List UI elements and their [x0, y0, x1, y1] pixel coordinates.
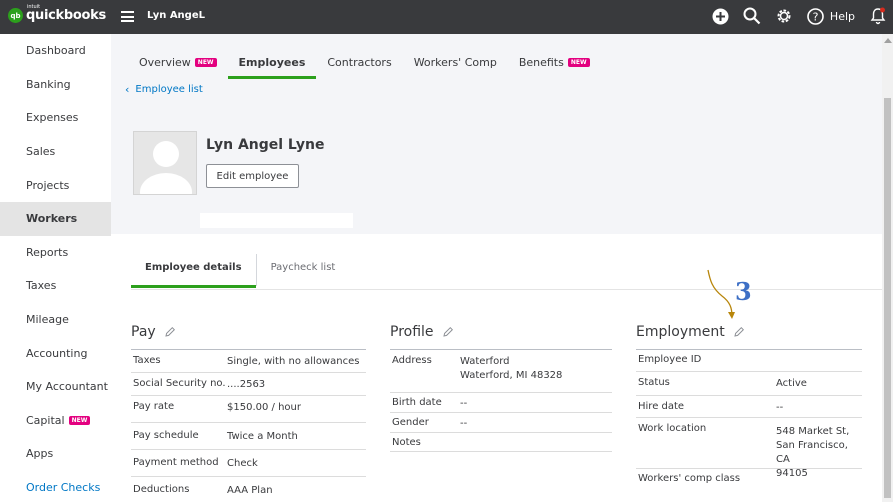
profile-row: Birth date -- — [390, 393, 612, 413]
search-icon[interactable] — [743, 7, 761, 25]
sidebar-item-workers[interactable]: Workers — [0, 201, 111, 236]
pay-row: Social Security no. ....2563 — [131, 373, 366, 396]
detail-subtabs: Employee details Paycheck list — [131, 254, 349, 288]
sidebar-item-order-checks[interactable]: Order Checks — [0, 471, 111, 502]
profile-title: Profile — [390, 324, 434, 340]
employment-row: Status Active — [636, 372, 862, 396]
tab-employees[interactable]: Employees — [227, 50, 317, 79]
scroll-up-arrow-icon[interactable] — [884, 38, 892, 43]
sidebar-item-capital[interactable]: Capital NEW — [0, 404, 111, 438]
sidebar-item-apps[interactable]: Apps — [0, 437, 111, 471]
bell-icon[interactable] — [869, 7, 887, 25]
sidebar-item-taxes[interactable]: Taxes — [0, 269, 111, 303]
annotation-number: 3 — [735, 277, 752, 306]
new-badge: NEW — [567, 58, 590, 67]
left-nav: Dashboard Banking Expenses Sales Project… — [0, 34, 111, 502]
sidebar-item-projects[interactable]: Projects — [0, 168, 111, 202]
employment-row: Employee ID — [636, 350, 862, 372]
quickbooks-wordmark: quickbooks — [26, 8, 106, 23]
sidebar-item-my-accountant[interactable]: My Accountant — [0, 370, 111, 404]
gear-icon[interactable] — [775, 7, 793, 25]
new-badge: NEW — [194, 58, 217, 67]
qb-logo-icon: qb — [8, 8, 23, 23]
plus-icon[interactable] — [712, 8, 729, 25]
pay-section: Pay Taxes Single, with no allowances Soci… — [131, 323, 366, 502]
help-button[interactable]: ? Help — [807, 7, 855, 25]
tab-benefits[interactable]: Benefits NEW — [508, 50, 601, 79]
sidebar-item-expenses[interactable]: Expenses — [0, 101, 111, 135]
employment-section: Employment Employee ID Status Active Hire… — [636, 323, 862, 489]
pay-row: Pay rate $150.00 / hour — [131, 396, 366, 423]
sidebar-item-sales[interactable]: Sales — [0, 135, 111, 169]
profile-row: Notes — [390, 433, 612, 452]
chevron-left-icon: ‹ — [125, 83, 130, 96]
quickbooks-logo[interactable]: qb intuit quickbooks — [8, 4, 106, 23]
avatar — [133, 131, 197, 195]
employee-list-link[interactable]: ‹ Employee list — [125, 83, 203, 96]
tab-contractors[interactable]: Contractors — [316, 50, 402, 79]
employment-row: Hire date -- — [636, 396, 862, 418]
pay-row: Payment method Check — [131, 450, 366, 477]
profile-row: Address Waterford Waterford, MI 48328 — [390, 350, 612, 393]
employment-title: Employment — [636, 324, 725, 340]
tab-overview[interactable]: Overview NEW — [128, 50, 228, 79]
pay-row: Pay schedule Twice a Month — [131, 423, 366, 450]
sidebar-item-dashboard[interactable]: Dashboard — [0, 34, 111, 68]
new-badge: NEW — [68, 415, 91, 425]
edit-employment-pencil-icon[interactable] — [733, 326, 745, 338]
help-icon: ? — [807, 7, 824, 25]
pay-row: Taxes Single, with no allowances — [131, 350, 366, 373]
blank-strip — [200, 213, 353, 228]
top-bar: qb intuit quickbooks Lyn AngeL ? Help — [0, 0, 893, 34]
profile-section: Profile Address Waterford Waterford, MI 4… — [390, 323, 612, 452]
employment-row: Workers' comp class — [638, 473, 741, 484]
menu-toggle-icon[interactable] — [121, 11, 134, 22]
sidebar-item-mileage[interactable]: Mileage — [0, 303, 111, 337]
sidebar-item-accounting[interactable]: Accounting — [0, 336, 111, 370]
details-panel: Employee details Paycheck list Pay Taxes… — [111, 234, 882, 502]
scroll-thumb[interactable] — [884, 98, 891, 498]
edit-employee-button[interactable]: Edit employee — [206, 164, 299, 188]
employee-name: Lyn Angel Lyne — [206, 137, 325, 153]
company-name: Lyn AngeL — [147, 10, 205, 21]
pay-title: Pay — [131, 324, 156, 340]
main-content: Overview NEW Employees Contractors Worker… — [111, 34, 882, 502]
svg-text:?: ? — [813, 10, 819, 23]
vertical-scrollbar[interactable] — [882, 34, 893, 502]
edit-pay-pencil-icon[interactable] — [164, 326, 176, 338]
sidebar-item-reports[interactable]: Reports — [0, 236, 111, 270]
tab-workers-comp[interactable]: Workers' Comp — [403, 50, 508, 79]
tab-employee-details[interactable]: Employee details — [131, 254, 256, 288]
divider — [131, 289, 882, 290]
employment-row: Work location 548 Market St, San Francisc… — [636, 418, 862, 479]
tab-paycheck-list[interactable]: Paycheck list — [257, 254, 350, 288]
edit-profile-pencil-icon[interactable] — [442, 326, 454, 338]
help-label: Help — [829, 9, 855, 23]
intuit-wordmark: intuit — [27, 4, 41, 10]
profile-row: Gender -- — [390, 413, 612, 433]
pay-row: Deductions AAA Plan — [133, 484, 273, 496]
sidebar-item-banking[interactable]: Banking — [0, 68, 111, 102]
workers-tabs: Overview NEW Employees Contractors Worker… — [128, 50, 601, 79]
